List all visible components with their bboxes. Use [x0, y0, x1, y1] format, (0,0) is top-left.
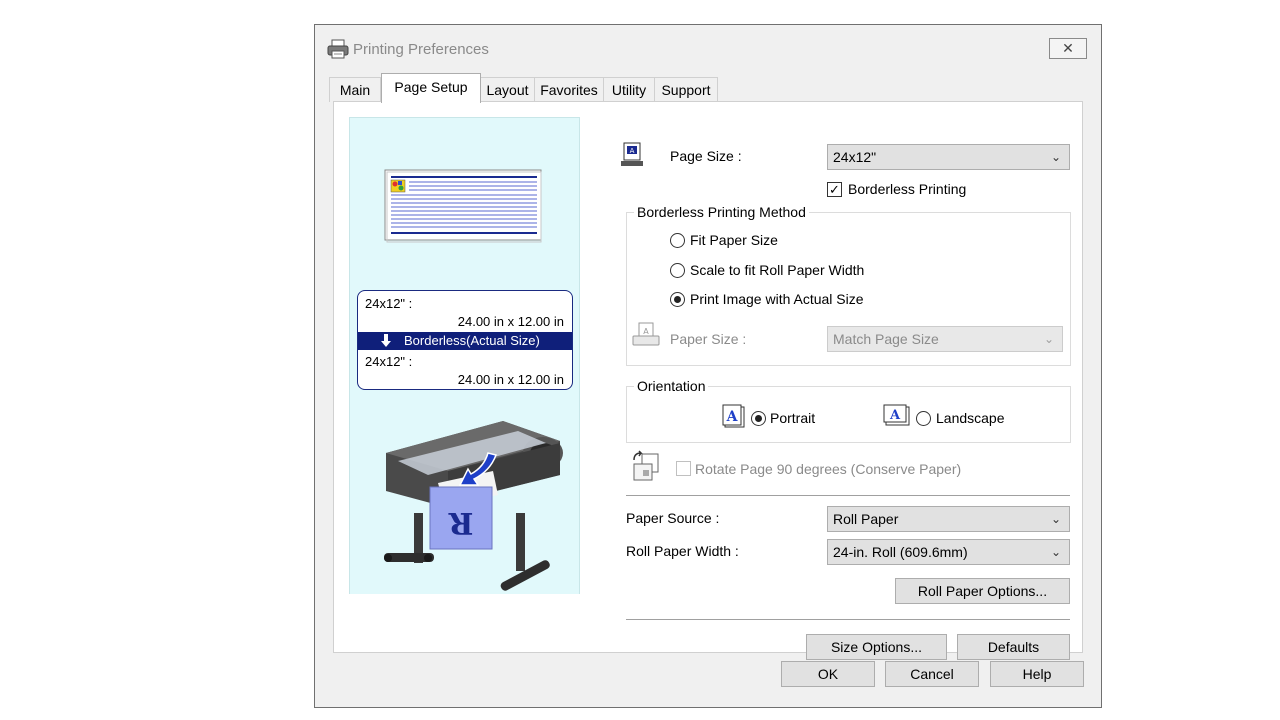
page-size-value: 24x12" — [833, 149, 877, 165]
borderless-method-title: Borderless Printing Method — [634, 204, 809, 220]
window-title: Printing Preferences — [353, 41, 489, 58]
tab-label: Layout — [486, 82, 529, 98]
roll-paper-width-dropdown[interactable]: 24-in. Roll (609.6mm) ⌄ — [827, 539, 1070, 565]
tab-support[interactable]: Support — [654, 77, 718, 102]
page-size-dropdown[interactable]: 24x12" ⌄ — [827, 144, 1070, 170]
orientation-title: Orientation — [634, 378, 709, 394]
scale-to-fit-roll-label: Scale to fit Roll Paper Width — [690, 262, 865, 278]
chevron-down-icon: ⌄ — [1050, 512, 1061, 526]
title-bar: Printing Preferences ✕ — [315, 25, 1101, 73]
print-actual-size-label: Print Image with Actual Size — [690, 291, 864, 307]
landscape-label: Landscape — [936, 410, 1005, 426]
print-actual-size-radio[interactable] — [670, 292, 685, 307]
cancel-button[interactable]: Cancel — [885, 661, 979, 687]
paper-source-value: Roll Paper — [833, 511, 899, 527]
svg-text:A: A — [630, 147, 635, 155]
tab-label: Page Setup — [394, 79, 468, 95]
tab-label: Main — [339, 82, 371, 98]
page-size-label: Page Size : — [670, 148, 742, 164]
paper-source-label: Paper Source : — [626, 510, 720, 526]
tab-favorites[interactable]: Favorites — [534, 77, 604, 102]
chevron-down-icon: ⌄ — [1050, 545, 1061, 559]
defaults-button[interactable]: Defaults — [957, 634, 1070, 660]
original-size-dims: 24.00 in x 12.00 in — [457, 314, 564, 329]
separator — [626, 619, 1070, 620]
scale-to-fit-roll-radio[interactable] — [670, 263, 685, 278]
borderless-printing-checkbox[interactable]: ✓ — [827, 182, 842, 197]
size-options-button[interactable]: Size Options... — [806, 634, 947, 660]
borderless-mode-banner: Borderless(Actual Size) — [358, 332, 572, 350]
paper-size-label: Paper Size : — [670, 331, 747, 347]
preview-area: 24x12" : 24.00 in x 12.00 in Borderless(… — [349, 117, 580, 594]
large-format-printer-illustration: R — [384, 421, 563, 591]
landscape-radio[interactable] — [916, 411, 931, 426]
tab-label: Utility — [611, 82, 647, 98]
printing-preferences-dialog: Printing Preferences ✕ Main Page Setup L… — [314, 24, 1102, 708]
page-size-info-box: 24x12" : 24.00 in x 12.00 in Borderless(… — [357, 290, 573, 390]
tab-label: Favorites — [540, 82, 598, 98]
output-size-name: 24x12" : — [365, 354, 413, 369]
printer-sheet-letter: R — [447, 505, 473, 540]
svg-text:A: A — [643, 327, 649, 336]
rotate-page-label: Rotate Page 90 degrees (Conserve Paper) — [695, 461, 962, 477]
svg-text:A: A — [889, 408, 901, 423]
output-size-dims: 24.00 in x 12.00 in — [457, 372, 564, 387]
roll-paper-width-label: Roll Paper Width : — [626, 543, 739, 559]
page-preview-thumbnail — [384, 169, 542, 243]
tab-utility[interactable]: Utility — [603, 77, 655, 102]
fit-paper-size-label: Fit Paper Size — [690, 232, 778, 248]
close-button[interactable]: ✕ — [1049, 38, 1087, 59]
ok-button[interactable]: OK — [781, 661, 875, 687]
roll-paper-width-value: 24-in. Roll (609.6mm) — [833, 544, 968, 560]
help-button[interactable]: Help — [990, 661, 1084, 687]
rotate-page-icon — [633, 450, 659, 481]
rotate-page-checkbox[interactable] — [676, 461, 691, 476]
borderless-mode-label: Borderless(Actual Size) — [404, 333, 540, 348]
chevron-down-icon: ⌄ — [1043, 332, 1054, 346]
chevron-down-icon: ⌄ — [1050, 150, 1061, 164]
roll-paper-options-button[interactable]: Roll Paper Options... — [895, 578, 1070, 604]
printer-icon — [327, 39, 349, 59]
borderless-printing-label: Borderless Printing — [848, 181, 967, 197]
fit-paper-size-radio[interactable] — [670, 233, 685, 248]
separator — [626, 495, 1070, 496]
svg-text:A: A — [726, 409, 739, 425]
tab-layout[interactable]: Layout — [480, 77, 535, 102]
portrait-radio[interactable] — [751, 411, 766, 426]
portrait-icon: A — [722, 404, 745, 428]
page-size-icon: A — [621, 142, 643, 166]
close-icon: ✕ — [1062, 40, 1074, 56]
landscape-icon: A — [883, 404, 910, 426]
tab-main[interactable]: Main — [329, 77, 381, 102]
paper-size-icon: A — [632, 322, 660, 346]
tab-page-setup[interactable]: Page Setup — [381, 73, 481, 103]
portrait-label: Portrait — [770, 410, 816, 426]
paper-size-value: Match Page Size — [833, 331, 939, 347]
page-setup-panel: 24x12" : 24.00 in x 12.00 in Borderless(… — [333, 101, 1083, 660]
paper-source-dropdown[interactable]: Roll Paper ⌄ — [827, 506, 1070, 532]
original-size-name: 24x12" : — [365, 296, 413, 311]
tab-label: Support — [661, 82, 711, 98]
arrow-down-icon — [381, 334, 391, 347]
paper-size-dropdown[interactable]: Match Page Size ⌄ — [827, 326, 1063, 352]
